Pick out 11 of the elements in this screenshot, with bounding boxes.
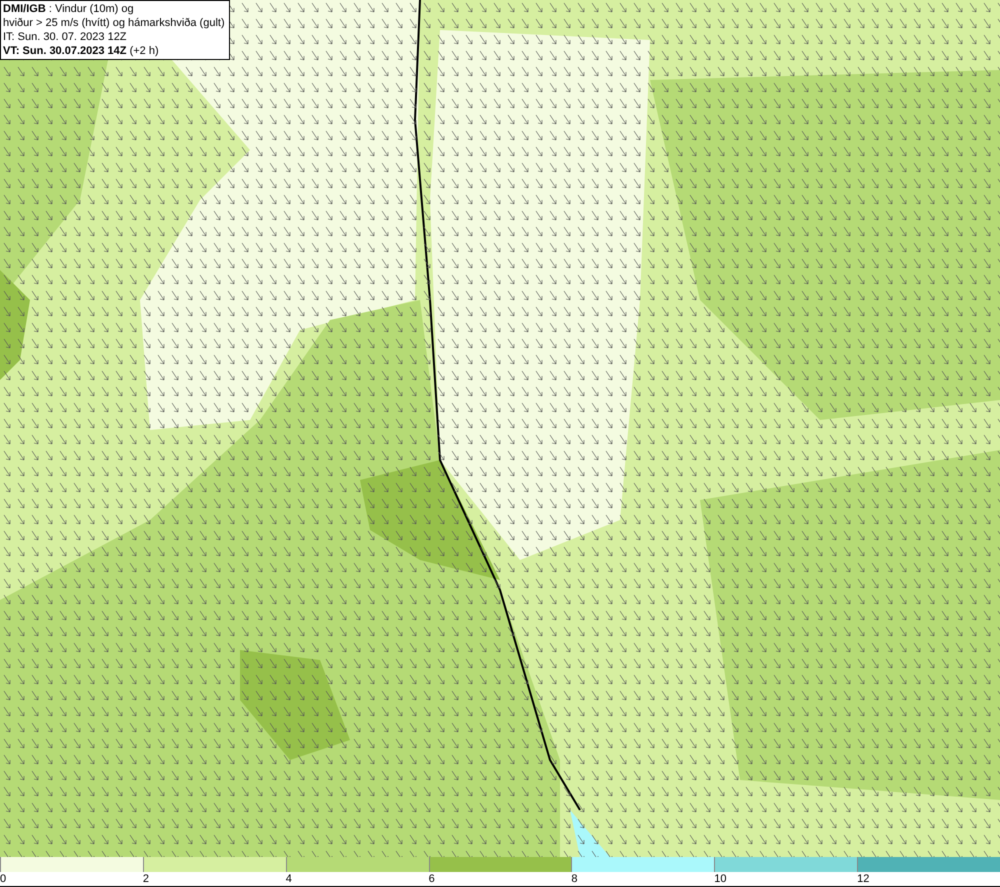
tick-label: 2 [142,872,149,884]
tick-label: 10 [714,872,727,884]
tick-label: 4 [286,872,292,884]
info-text: hviður > 25 m/s (hvítt) og hámarkshviða (gult) [3,16,226,30]
tick-label: 12 [857,872,870,884]
info-text: IT: Sun. 30. 07. 2023 12Z [3,30,128,44]
tick-label: 6 [428,872,435,884]
tick-label: 0 [0,872,6,884]
info-text: VT: Sun. 30.07.2023 14Z (+2 h) [3,44,160,58]
tick-label: 8 [571,872,578,884]
info-text: DMI/IGB : Vindur (10m) og [3,2,135,16]
